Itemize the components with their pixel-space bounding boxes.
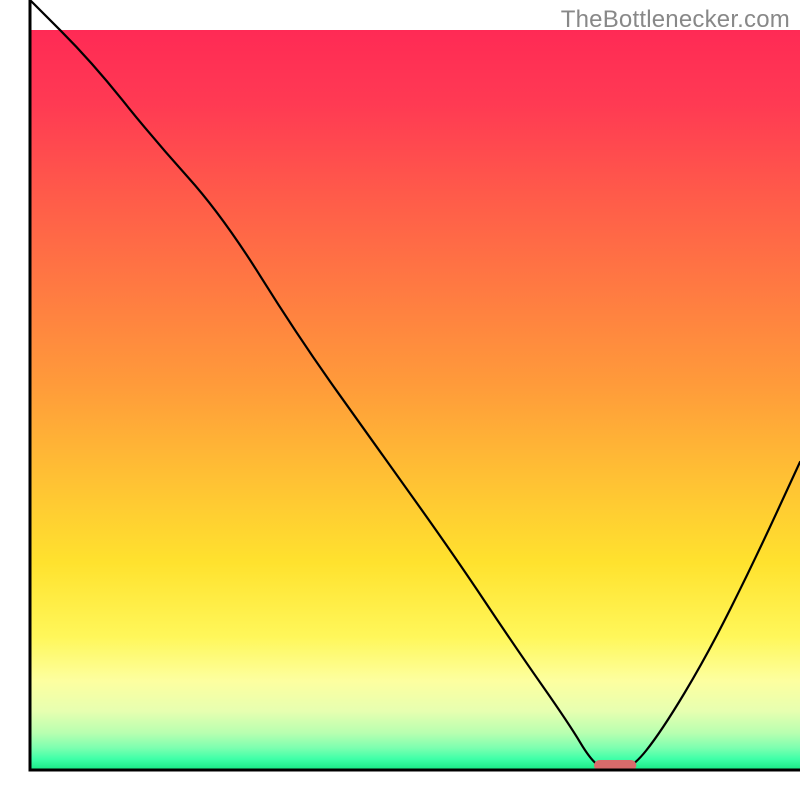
plot-background xyxy=(30,30,800,770)
chart-svg xyxy=(0,0,800,800)
watermark-text: TheBottlenecker.com xyxy=(561,6,790,34)
chart-canvas: TheBottlenecker.com xyxy=(0,0,800,800)
